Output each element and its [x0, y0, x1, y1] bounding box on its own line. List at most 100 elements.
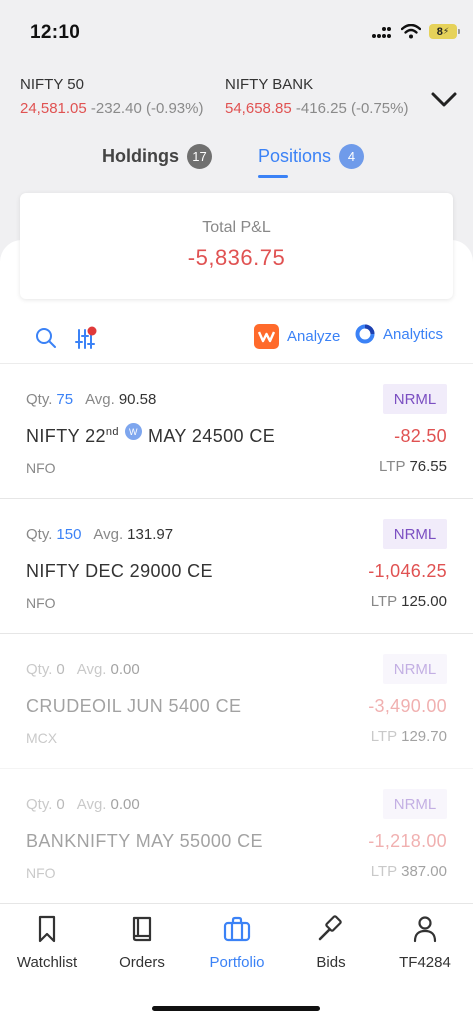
ticker-change: -416.25 (-0.75%) [295, 100, 409, 117]
position-ltp: LTP 387.00 [371, 863, 447, 880]
portfolio-tabs: Holdings 17 Positions 4 [0, 140, 473, 180]
position-quantity: Qty. 0 Avg. 0.00 [26, 796, 140, 813]
nav-item-bids[interactable]: Bids [284, 914, 378, 971]
nav-item-watchlist[interactable]: Watchlist [0, 914, 94, 971]
index-ticker[interactable]: NIFTY 50 24,581.05 -232.40 (-0.93%) NIFT… [20, 74, 420, 124]
ltp-label: LTP [370, 863, 398, 880]
total-pnl-label: Total P&L [202, 219, 271, 236]
position-row[interactable]: Qty. 75 Avg. 90.58 NRML NIFTY 22nd W MAY 2450… [0, 364, 473, 499]
ltp-label: LTP [379, 458, 406, 475]
nav-label: Orders [119, 954, 165, 971]
gavel-icon [318, 915, 342, 941]
instrument-symbol: BANKNIFTY MAY 55000 CE [26, 831, 263, 851]
nav-item-portfolio[interactable]: Portfolio [190, 914, 284, 971]
ltp-value: 76.55 [409, 458, 447, 475]
qty-value: 150 [56, 526, 82, 543]
user-icon [413, 916, 437, 943]
symbol-ordinal: nd [105, 425, 119, 438]
ltp-label: LTP [370, 728, 398, 745]
symbol-rest: MAY 24500 CE [147, 426, 276, 446]
position-pnl: -3,490.00 [368, 696, 447, 716]
qty-label: Qty. [26, 796, 53, 813]
battery-icon: 8 ⚡ [429, 24, 460, 39]
book-icon [132, 916, 152, 942]
exchange-label: MCX [26, 730, 58, 746]
product-type-badge: NRML [383, 789, 447, 819]
ticker-name: NIFTY BANK [225, 76, 314, 93]
exchange-label: NFO [26, 460, 56, 476]
tab-count-badge: 17 [187, 143, 212, 169]
position-ltp: LTP 125.00 [371, 593, 447, 610]
nav-item-orders[interactable]: Orders [95, 914, 189, 971]
position-pnl: -82.50 [394, 426, 447, 446]
briefcase-icon [223, 916, 251, 942]
qty-value: 75 [56, 391, 74, 408]
product-type-badge: NRML [383, 384, 447, 414]
analyze-button[interactable]: Analyze [254, 324, 340, 349]
analytics-icon [355, 324, 375, 344]
positions-list: Qty. 75 Avg. 90.58 NRML NIFTY 22nd W MAY 2450… [0, 364, 473, 904]
qty-label: Qty. [26, 661, 53, 678]
nav-label: Bids [316, 954, 346, 971]
avg-label: Avg. [93, 526, 124, 543]
chevron-down-icon[interactable] [429, 84, 459, 114]
ticker-price: 24,581.05 [20, 100, 87, 117]
analytics-label: Analytics [383, 325, 444, 343]
ticker-name: NIFTY 50 [20, 76, 84, 93]
instrument-symbol: NIFTY 22nd W MAY 24500 CE [26, 423, 276, 447]
avg-label: Avg. [76, 661, 107, 678]
exchange-label: NFO [26, 865, 56, 881]
avg-value: 0.00 [110, 796, 140, 813]
nav-label: Watchlist [16, 954, 78, 971]
cellular-signal-icon [372, 26, 391, 38]
ltp-value: 125.00 [401, 593, 447, 610]
position-quantity: Qty. 150 Avg. 131.97 [26, 526, 173, 543]
status-bar: 12:10 8 ⚡ [0, 0, 473, 62]
position-quantity: Qty. 75 Avg. 90.58 [26, 391, 156, 408]
avg-label: Avg. [85, 391, 115, 408]
qty-label: Qty. [26, 391, 53, 408]
avg-value: 0.00 [110, 661, 140, 678]
ticker-item-nifty-50[interactable]: NIFTY 50 24,581.05 -232.40 (-0.93%) [20, 74, 225, 124]
tab-count-badge: 4 [339, 143, 365, 169]
avg-value: 131.97 [127, 526, 174, 543]
qty-value: 0 [56, 661, 65, 678]
bookmark-icon [38, 915, 56, 943]
position-quantity: Qty. 0 Avg. 0.00 [26, 661, 140, 678]
analyze-icon [254, 324, 279, 349]
instrument-symbol: NIFTY DEC 29000 CE [26, 561, 213, 581]
product-type-badge: NRML [383, 654, 447, 684]
nav-item-account[interactable]: TF4284 [378, 914, 472, 971]
search-icon[interactable] [34, 326, 58, 350]
analytics-button[interactable]: Analytics [355, 324, 443, 344]
analyze-label: Analyze [287, 328, 341, 345]
position-row[interactable]: Qty. 150 Avg. 131.97 NRML NIFTY DEC 29000 C… [0, 499, 473, 634]
symbol-prefix: NIFTY 22 [26, 426, 106, 446]
ltp-value: 129.70 [401, 728, 447, 745]
tab-label: Positions [258, 145, 332, 166]
position-pnl: -1,218.00 [368, 831, 447, 851]
ticker-item-nifty-bank[interactable]: NIFTY BANK 54,658.85 -416.25 (-0.75%) [225, 74, 420, 124]
wifi-icon [401, 24, 421, 39]
tab-positions[interactable]: Positions 4 [258, 140, 365, 172]
avg-value: 90.58 [118, 391, 157, 408]
home-indicator [152, 1006, 320, 1011]
product-type-badge: NRML [383, 519, 447, 549]
total-pnl-card: Total P&L -5,836.75 [20, 193, 453, 299]
status-time: 12:10 [30, 22, 81, 43]
instrument-symbol: CRUDEOIL JUN 5400 CE [26, 696, 242, 716]
charging-bolt-icon: ⚡ [442, 26, 450, 36]
tab-holdings[interactable]: Holdings 17 [102, 140, 212, 172]
avg-label: Avg. [76, 796, 107, 813]
tab-label: Holdings [102, 145, 179, 166]
ltp-value: 387.00 [401, 863, 447, 880]
ticker-change: -232.40 (-0.93%) [90, 100, 204, 117]
positions-toolbar: Analyze Analytics [0, 318, 473, 364]
nav-label: TF4284 [399, 954, 451, 971]
active-tab-indicator [258, 175, 288, 178]
position-ltp: LTP 129.70 [371, 728, 447, 745]
nav-label: Portfolio [209, 954, 265, 971]
filter-sliders-icon[interactable] [73, 324, 101, 352]
position-row[interactable]: Qty. 0 Avg. 0.00 NRML CRUDEOIL JUN 5400 CE … [0, 634, 473, 769]
position-row[interactable]: Qty. 0 Avg. 0.00 NRML BANKNIFTY MAY 55000 C… [0, 769, 473, 904]
